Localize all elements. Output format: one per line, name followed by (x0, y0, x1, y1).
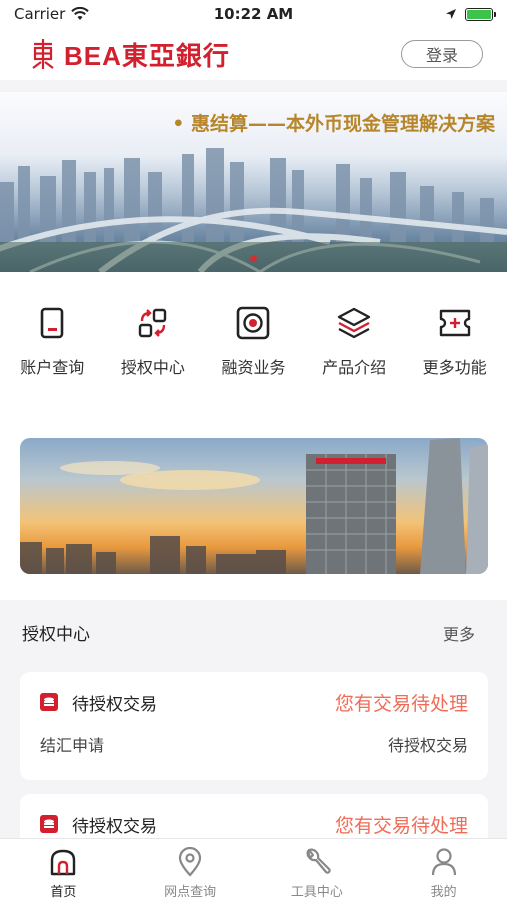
task-badge-icon (40, 815, 58, 833)
location-arrow-icon (446, 9, 456, 19)
menu-item-product-intro[interactable]: 产品介绍 (304, 272, 405, 378)
menu-label: 融资业务 (221, 358, 286, 377)
status-bar: Carrier 10:22 AM (0, 0, 507, 28)
carrier-label: Carrier (14, 5, 66, 23)
tab-mine[interactable]: 我的 (380, 839, 507, 900)
location-icon (175, 847, 205, 877)
menu-item-account-query[interactable]: 账户查询 (2, 272, 103, 378)
task-category: 待授权交易 (387, 736, 468, 755)
auth-section-title: 授权中心 (22, 625, 90, 645)
login-button[interactable]: 登录 (401, 40, 483, 68)
promo-banner[interactable]: • 惠结算——本外币现金管理解决方案 (0, 92, 507, 272)
bea-building-image (20, 438, 488, 574)
carousel-indicator (0, 255, 507, 262)
menu-label: 产品介绍 (322, 358, 387, 377)
tab-label: 我的 (430, 885, 457, 900)
authorize-icon (135, 306, 171, 340)
menu-item-more-functions[interactable]: 更多功能 (404, 272, 505, 378)
menu-label: 账户查询 (20, 358, 85, 377)
account-icon (34, 306, 70, 340)
promo-card[interactable] (20, 438, 488, 574)
pending-task-card[interactable]: 待授权交易 您有交易待处理 结汇申请 待授权交易 (20, 672, 488, 780)
tab-tools[interactable]: 工具中心 (254, 839, 381, 900)
auth-more-link[interactable]: 更多 (443, 621, 475, 645)
products-icon (336, 306, 372, 340)
app-header: BEA東亞銀行 登录 (0, 28, 507, 80)
bea-logo: BEA東亞銀行 (30, 36, 230, 73)
tab-label: 工具中心 (290, 885, 343, 900)
task-title: 待授权交易 (72, 694, 157, 715)
menu-label: 更多功能 (422, 358, 487, 377)
battery-icon (465, 7, 496, 21)
wrench-icon (302, 847, 332, 877)
task-badge-icon (40, 693, 58, 711)
brand-name: BEA東亞銀行 (64, 40, 230, 71)
user-icon (429, 847, 459, 877)
task-title: 待授权交易 (72, 816, 157, 837)
tab-label: 首页 (50, 885, 77, 900)
more-functions-icon (437, 306, 473, 340)
task-status: 您有交易待处理 (334, 692, 468, 715)
task-status: 您有交易待处理 (334, 814, 468, 837)
bottom-tab-bar: 首页 网点查询 工具中心 我的 (0, 838, 507, 900)
menu-item-authorization-center[interactable]: 授权中心 (103, 272, 204, 378)
task-type: 结汇申请 (40, 736, 105, 755)
tab-label: 网点查询 (164, 885, 217, 900)
auth-section-header: 授权中心 更多 (22, 620, 475, 646)
tab-home[interactable]: 首页 (0, 839, 127, 900)
menu-label: 授权中心 (120, 358, 185, 377)
menu-item-financing[interactable]: 融资业务 (203, 272, 304, 378)
financing-icon (235, 306, 271, 340)
home-icon (48, 847, 78, 877)
tab-branch-search[interactable]: 网点查询 (127, 839, 254, 900)
banner-title: • 惠结算——本外币现金管理解决方案 (172, 113, 495, 135)
quick-menu: 账户查询 授权中心 融资业务 产品介绍 更多功能 (0, 272, 507, 378)
bea-emblem-icon (32, 39, 54, 69)
wifi-icon (71, 7, 90, 20)
carousel-dot-active[interactable] (250, 255, 257, 262)
